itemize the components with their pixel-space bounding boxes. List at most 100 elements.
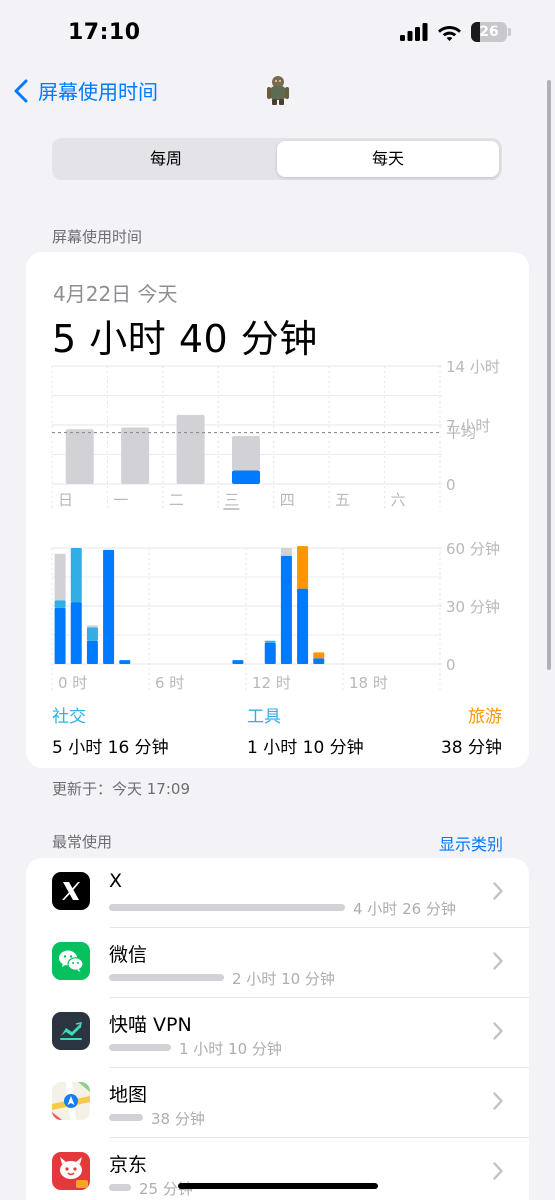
wifi-icon [438, 26, 461, 41]
chevron-right-icon [493, 1162, 503, 1180]
hour-bar [119, 660, 131, 664]
category-time: 38 分钟 [440, 738, 502, 758]
day-bar [65, 429, 94, 484]
category-utilities: 工具 1 小时 10 分钟 [247, 702, 364, 758]
app-row-maps[interactable]: 地图 38 分钟 [26, 1068, 529, 1138]
day-label: 一 [113, 491, 128, 509]
hour-bar [54, 607, 66, 664]
hour-bar [264, 640, 276, 643]
usage-time: 4 小时 26 分钟 [353, 900, 456, 918]
status-bar: 17:10 26 [0, 0, 555, 64]
app-name: 快喵 VPN [109, 1014, 192, 1036]
category-name: 工具 [247, 707, 281, 727]
usage-time: 2 小时 10 分钟 [232, 970, 335, 988]
hour-bar [54, 553, 66, 601]
usage-bar [109, 1184, 131, 1191]
chevron-right-icon [493, 1022, 503, 1040]
day-label: 二 [169, 491, 184, 509]
hour-bar [70, 602, 82, 664]
app-name: 京东 [109, 1154, 148, 1176]
battery-icon: 26 [471, 22, 511, 42]
usage-bar [109, 974, 224, 981]
scroll-indicator[interactable] [547, 80, 551, 670]
screen-time-card[interactable]: 4月22日 今天 5 小时 40 分钟 日一二三四五六平均 14 小时 7 小时 0 0… [26, 252, 529, 768]
y-tick-label: 30 分钟 [446, 598, 500, 616]
category-time: 5 小时 16 分钟 [52, 738, 169, 758]
app-name: 微信 [109, 944, 148, 966]
most-used-list: X 4 小时 26 分钟 微信 2 小时 10 分钟 快喵 VPN 1 小时 1… [26, 858, 529, 1200]
y-tick-label: 14 小时 [446, 358, 500, 376]
day-label: 五 [335, 491, 350, 509]
hour-bar [280, 555, 292, 664]
hour-bar [70, 548, 82, 603]
usage-time: 1 小时 10 分钟 [179, 1040, 282, 1058]
home-indicator[interactable] [178, 1183, 378, 1189]
maps-app-icon [52, 1082, 90, 1120]
category-social: 社交 5 小时 16 分钟 [52, 702, 169, 758]
chevron-left-icon [14, 79, 28, 102]
chevron-right-icon [493, 1092, 503, 1110]
day-bar [121, 427, 150, 484]
y-tick-label: 0 [446, 476, 456, 494]
status-time: 17:10 [68, 20, 141, 45]
hour-bar [103, 549, 115, 664]
app-row-vpn[interactable]: 快喵 VPN 1 小时 10 分钟 [26, 998, 529, 1068]
hour-bar [54, 600, 66, 608]
cellular-signal-icon [400, 23, 428, 41]
usage-charts: 日一二三四五六平均14 小时7 小时00 时6 时 12 时 18 时60 分钟30… [51, 358, 500, 692]
day-bar [232, 470, 260, 484]
back-button[interactable]: 屏幕使用时间 [14, 76, 158, 105]
category-name: 社交 [52, 707, 86, 727]
y-tick-label: 0 [446, 656, 456, 674]
category-travel: 旅游 38 分钟 [441, 702, 502, 758]
chevron-right-icon [493, 882, 503, 900]
updated-time: 更新于：今天 17:09 [52, 780, 190, 798]
category-name: 旅游 [468, 707, 502, 727]
jd-app-icon [52, 1152, 90, 1190]
app-name: 地图 [109, 1084, 148, 1106]
tab-daily[interactable]: 每天 [277, 141, 499, 177]
hour-bar [86, 625, 98, 628]
hour-bar [86, 640, 98, 664]
navigation-bar: 屏幕使用时间 [0, 64, 555, 116]
hour-bar [280, 548, 292, 556]
chevron-right-icon [493, 952, 503, 970]
usage-bar [109, 1044, 171, 1051]
hour-bar [297, 546, 309, 589]
app-row-x[interactable]: X 4 小时 26 分钟 [26, 858, 529, 928]
day-bar [176, 414, 205, 484]
battery-level: 26 [479, 24, 499, 40]
category-time: 1 小时 10 分钟 [247, 738, 364, 758]
x-app-icon [52, 872, 90, 910]
period-segmented-control: 每周 每天 [52, 138, 502, 180]
usage-time: 38 分钟 [151, 1110, 205, 1128]
hour-bar [313, 658, 325, 664]
x-tick-label: 0 时 [58, 674, 87, 692]
hour-bar [264, 642, 276, 664]
y-tick-label: 60 分钟 [446, 540, 500, 558]
app-row-jd[interactable]: 京东 25 分钟 [26, 1138, 529, 1200]
day-label: 六 [391, 491, 406, 509]
day-bar [232, 435, 260, 471]
back-label: 屏幕使用时间 [38, 80, 158, 104]
app-row-wechat[interactable]: 微信 2 小时 10 分钟 [26, 928, 529, 998]
hour-bar [86, 627, 98, 641]
x-tick-label: 18 时 [349, 674, 388, 692]
vpn-app-icon [52, 1012, 90, 1050]
hour-bar [297, 588, 309, 664]
day-label: 三 [224, 491, 239, 509]
tab-weekly[interactable]: 每周 [55, 141, 277, 177]
hour-bar [313, 652, 325, 659]
avatar[interactable] [264, 74, 292, 106]
wechat-app-icon [52, 942, 90, 980]
status-icons: 26 [400, 22, 511, 42]
x-tick-label: 6 时 [155, 674, 184, 692]
most-used-title: 最常使用 [52, 833, 113, 851]
hour-bar [232, 660, 244, 664]
section-title: 屏幕使用时间 [52, 228, 143, 246]
usage-bar [109, 904, 345, 911]
day-label: 四 [280, 491, 295, 509]
show-categories-button[interactable]: 显示类别 [439, 831, 503, 855]
x-tick-label: 12 时 [252, 674, 291, 692]
day-label: 日 [58, 491, 73, 509]
